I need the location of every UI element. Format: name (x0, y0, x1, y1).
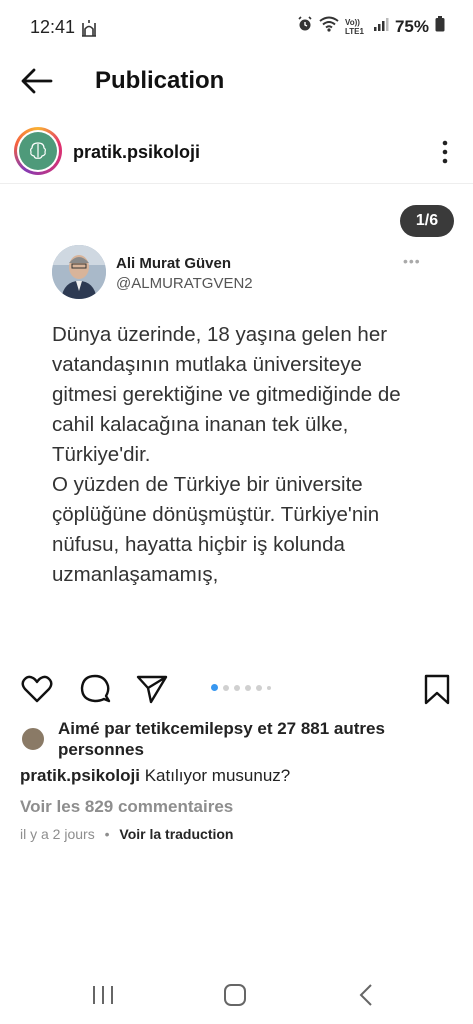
system-back-button[interactable] (352, 982, 382, 1008)
status-indicators: Vo)) LTE1 75% (297, 16, 445, 37)
carousel-dot-active (211, 684, 218, 691)
alarm-icon (297, 16, 313, 37)
carousel-dot (256, 684, 262, 691)
wifi-icon (319, 16, 339, 37)
battery-percent: 75% (394, 16, 429, 36)
vertical-dots-icon (442, 140, 448, 164)
post-timestamp: il y a 2 jours (20, 826, 95, 842)
tweet-author-name: Ali Murat Güven (116, 255, 232, 272)
page-title: Publication (95, 67, 225, 94)
share-button[interactable] (135, 672, 169, 706)
likes-row[interactable]: Aimé par tetikcemilepsy et 27 881 autres… (20, 718, 460, 760)
likes-text: Aimé par tetikcemilepsy et 27 881 autres… (58, 719, 385, 759)
comment-icon (80, 674, 111, 703)
status-bar: 12:41 Vo)) LTE1 75% (0, 0, 473, 56)
author-username[interactable]: pratik.psikoloji (73, 142, 200, 163)
tweet-author-avatar (52, 245, 106, 299)
mosque-icon (80, 17, 98, 37)
caption-text: Katılıyor musunuz? (144, 766, 291, 785)
carousel-indicator (211, 684, 271, 691)
post-actions (0, 668, 473, 708)
caption-username[interactable]: pratik.psikoloji (20, 766, 140, 785)
send-icon (136, 675, 168, 704)
heart-icon (21, 675, 53, 703)
recent-apps-icon (93, 986, 113, 1004)
network-label: Vo)) LTE1 (344, 17, 364, 36)
battery-icon (435, 16, 445, 37)
chevron-left-icon (359, 984, 372, 1006)
carousel-dot (234, 684, 240, 691)
post-meta: il y a 2 jours • Voir la traduction (20, 826, 233, 842)
post-caption: pratik.psikoloji Katılıyor musunuz? (20, 766, 290, 786)
carousel-dot (223, 684, 229, 691)
more-options-button[interactable] (441, 140, 449, 164)
view-comments-link[interactable]: Voir les 829 commentaires (20, 797, 233, 817)
home-button[interactable] (220, 982, 250, 1008)
status-time: 12:41 (30, 17, 76, 37)
liker-avatar (20, 726, 46, 752)
post-media[interactable]: 1/6 Ali Murat Güven @ALMURATGVEN2 ••• Dü… (0, 185, 473, 660)
carousel-dot (245, 684, 251, 691)
meta-separator: • (104, 826, 110, 842)
save-button[interactable] (420, 672, 454, 706)
recent-apps-button[interactable] (88, 982, 118, 1008)
tweet-more-icon: ••• (403, 253, 421, 269)
carousel-page-counter: 1/6 (400, 205, 454, 237)
tweet-text: Dünya üzerinde, 18 yaşına gelen her vata… (52, 323, 401, 586)
carousel-dot (267, 685, 271, 690)
like-button[interactable] (20, 672, 54, 706)
home-icon (224, 984, 246, 1006)
back-arrow-icon (21, 68, 53, 94)
back-button[interactable] (20, 66, 54, 96)
comment-button[interactable] (78, 672, 112, 706)
system-nav-bar (0, 964, 473, 1024)
translate-link[interactable]: Voir la traduction (119, 826, 233, 842)
header: Publication (0, 56, 473, 106)
author-avatar[interactable] (14, 127, 62, 175)
post-header: pratik.psikoloji (0, 124, 473, 184)
tweet-author-handle: @ALMURATGVEN2 (116, 275, 253, 292)
brain-logo-icon (19, 132, 57, 170)
bookmark-icon (424, 674, 450, 705)
signal-icon (373, 16, 389, 37)
